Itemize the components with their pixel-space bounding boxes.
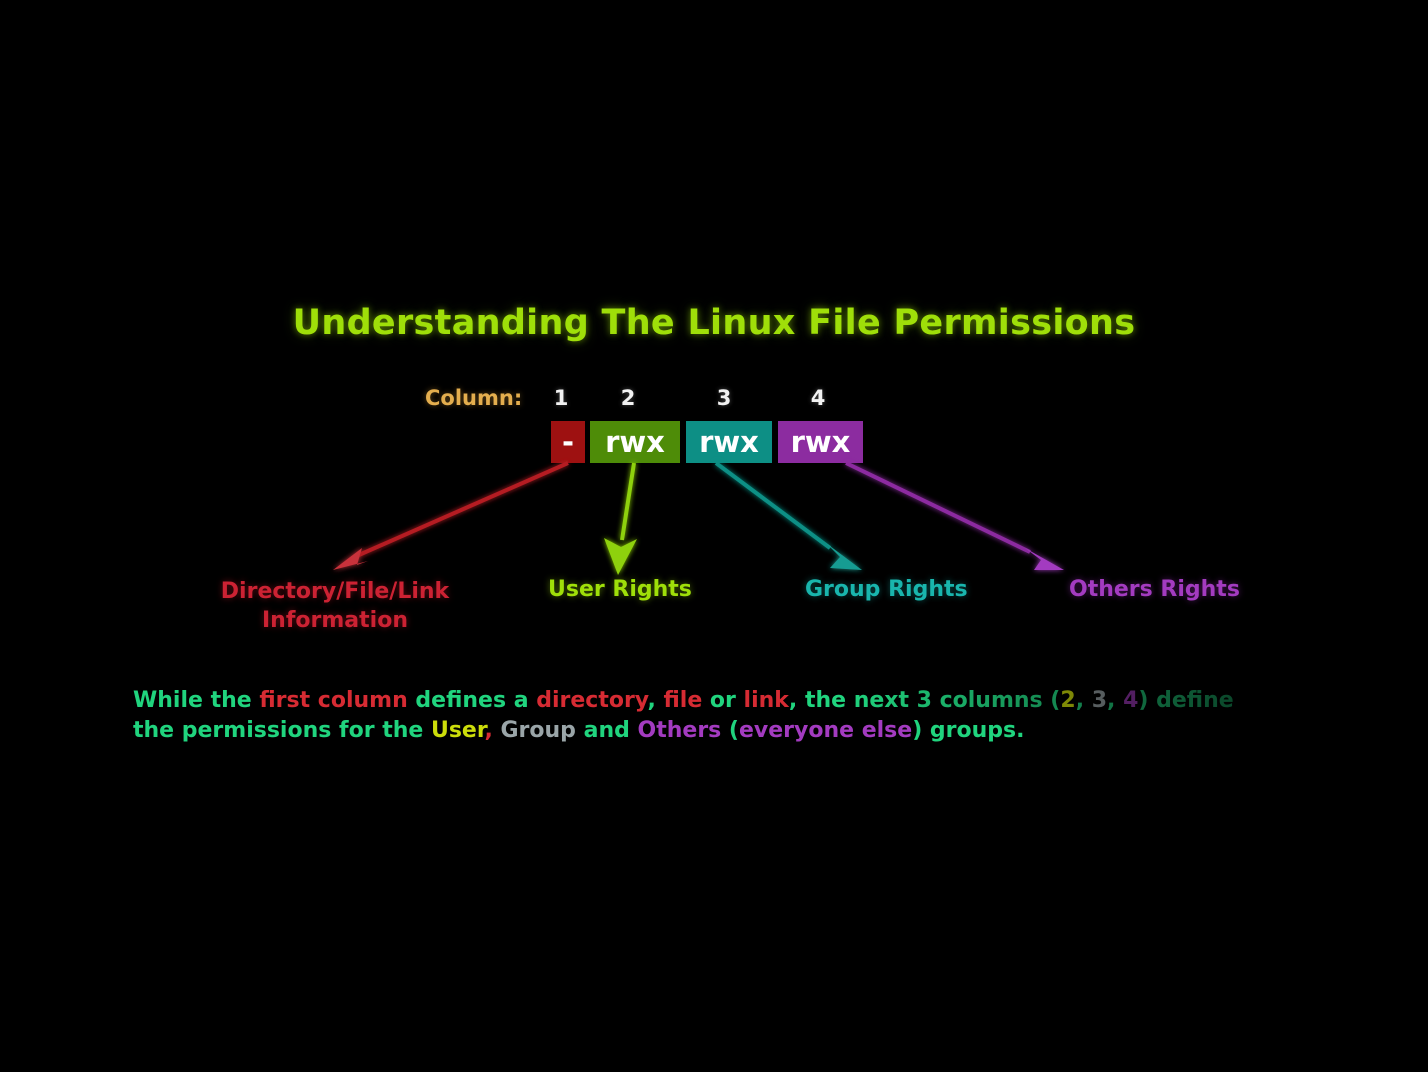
p2-s2: User	[430, 718, 485, 743]
p1-s4: directory	[536, 688, 648, 713]
permission-box-group: rwx	[686, 421, 772, 463]
permission-box-type: -	[551, 421, 585, 463]
slide-canvas: Understanding The Linux File Permissions…	[0, 0, 1428, 1072]
p2-s9: )	[912, 718, 923, 743]
label-user-rights: User Rights	[548, 577, 692, 602]
p2-s5: and	[575, 718, 638, 743]
p1-s9: , the next 3 columns (	[788, 688, 1061, 713]
label-others-rights: Others Rights	[1069, 577, 1240, 602]
p2-s8: everyone else	[738, 718, 913, 743]
p2-s10: groups.	[922, 718, 1025, 743]
p1-s8: link	[743, 688, 789, 713]
p1-s11: ,	[1075, 688, 1092, 713]
p2-s3: ,	[484, 718, 501, 743]
others-arrow	[845, 461, 1064, 570]
p2-s7: (	[721, 718, 739, 743]
explanation-paragraph: While the first column defines a directo…	[133, 686, 1428, 746]
p1-s7: or	[702, 688, 744, 713]
label-directory-file-link: Directory/File/Link Information	[199, 577, 471, 635]
permission-box-user: rwx	[590, 421, 680, 463]
user-arrow	[604, 462, 637, 575]
p1-s12: 3	[1091, 688, 1108, 713]
paragraph-line-1: While the first column defines a directo…	[133, 686, 1428, 716]
directory-arrow	[333, 461, 569, 570]
column-number-2: 2	[620, 386, 636, 410]
column-number-3: 3	[716, 386, 732, 410]
label-directory-line1: Directory/File/Link	[220, 579, 450, 604]
p1-s5: ,	[647, 688, 664, 713]
p1-s3: defines a	[407, 688, 537, 713]
p1-s15: ) define	[1138, 688, 1234, 713]
paragraph-line-2: the permissions for the User, Group and …	[133, 716, 1428, 746]
column-number-1: 1	[553, 386, 569, 410]
p2-s6: Others	[637, 718, 722, 743]
label-group-rights: Group Rights	[805, 577, 968, 602]
label-directory-line2: Information	[262, 608, 408, 633]
p1-s2: first column	[259, 688, 408, 713]
p1-s6: file	[663, 688, 703, 713]
page-title: Understanding The Linux File Permissions	[292, 303, 1136, 343]
p1-s10: 2	[1060, 688, 1076, 713]
column-header-row: Column: 1 2 3 4	[0, 386, 1428, 414]
group-arrow	[714, 461, 862, 570]
p2-s1: the permissions for the	[133, 718, 431, 743]
p1-s13: ,	[1107, 688, 1124, 713]
column-label: Column:	[425, 386, 523, 410]
p1-s1: While the	[133, 688, 260, 713]
column-number-4: 4	[810, 386, 826, 410]
p1-s14: 4	[1123, 688, 1139, 713]
p2-s4: Group	[500, 718, 576, 743]
permission-box-others: rwx	[778, 421, 863, 463]
arrow-overlay	[333, 461, 1064, 575]
